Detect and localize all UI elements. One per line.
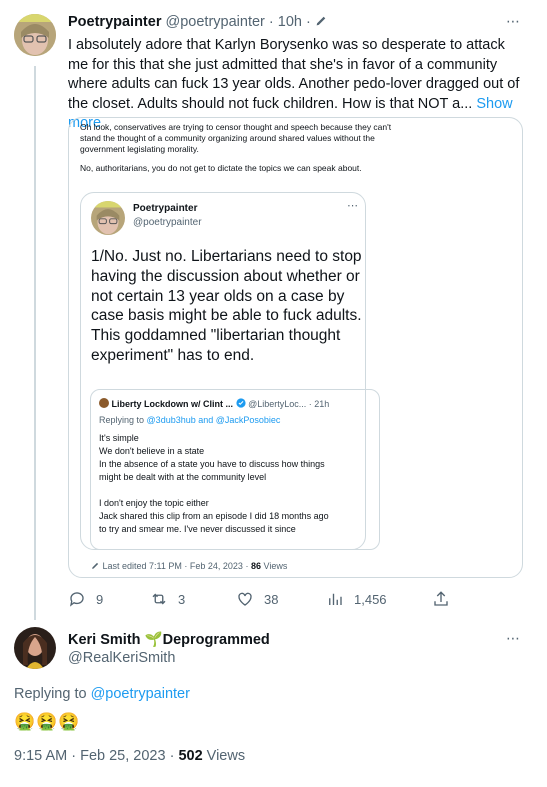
author-name[interactable]: Keri Smith	[68, 632, 141, 648]
tweet2-header: Keri Smith 🌱Deprogrammed	[68, 631, 270, 648]
inner-quote-card[interactable]: Poetrypainter @poetrypainter ⋯ 1/No. Jus…	[80, 192, 380, 550]
views-count: 502	[178, 748, 203, 764]
like-count: 38	[264, 591, 279, 607]
reply-icon	[69, 592, 84, 607]
nested-author-name[interactable]: Liberty Lockdown w/ Clint ...	[112, 399, 234, 409]
edit-pencil-icon	[316, 16, 326, 26]
quote-text-2: No, authoritarians, you do not get to di…	[80, 163, 362, 173]
nested-line: to try and smear me. I've never discusse…	[99, 524, 296, 534]
flag-logo-icon	[99, 398, 109, 408]
more-options-icon[interactable]: ⋯	[506, 13, 521, 30]
reply-count: 9	[96, 591, 104, 607]
retweet-count: 3	[178, 591, 186, 607]
tweet2-timestamp-row: 9:15 AM · Feb 25, 2023 · 502 Views	[14, 748, 245, 764]
author-name[interactable]: Poetrypainter	[68, 14, 161, 30]
inner-avatar[interactable]	[91, 201, 125, 235]
quote-text-1: Oh look, conservatives are trying to cen…	[80, 122, 392, 154]
inner-author-handle[interactable]: @poetrypainter	[133, 217, 202, 228]
views-chart-icon	[329, 593, 342, 605]
nested-text: It's simple We don't believe in a state …	[99, 432, 373, 536]
author-handle[interactable]: @poetrypainter	[166, 14, 265, 30]
edit-info: Last edited 7:11 PM · Feb 24, 2023 · 86 …	[91, 561, 287, 571]
inner-author-name[interactable]: Poetrypainter	[133, 203, 197, 214]
inner-more-icon[interactable]: ⋯	[347, 199, 359, 212]
inner-avatar-image	[91, 201, 125, 235]
nested-line: Jack shared this clip from an episode I …	[99, 511, 329, 521]
replying-prefix: Replying to	[14, 686, 87, 702]
tweet-time[interactable]: · 10h ·	[269, 14, 311, 30]
nested-line: might be dealt with at the community lev…	[99, 472, 267, 482]
sprout-icon: 🌱	[144, 632, 163, 648]
nested-line	[99, 484, 373, 497]
quote-views-count: 86	[250, 561, 261, 571]
heart-icon	[238, 592, 252, 606]
share-icon	[434, 591, 448, 606]
quote-views-label: Views	[263, 561, 288, 571]
avatar-image	[14, 14, 56, 56]
more-options-icon[interactable]: ⋯	[506, 630, 521, 647]
thread-line	[34, 66, 36, 620]
author-handle[interactable]: @RealKeriSmith	[68, 650, 175, 666]
nested-author-handle[interactable]: @LibertyLoc...	[248, 399, 306, 409]
nested-line: We don't believe in a state	[99, 446, 205, 456]
timestamp[interactable]: 9:15 AM · Feb 25, 2023 ·	[14, 748, 174, 764]
share-button[interactable]	[432, 590, 450, 608]
verified-badge-icon	[235, 398, 246, 408]
replying-handle[interactable]: @poetrypainter	[91, 686, 190, 702]
edited-label[interactable]: Last edited 7:11 PM · Feb 24, 2023 ·	[103, 561, 249, 571]
nested-line: It's simple	[99, 433, 139, 443]
inner-tweet-text: 1/No. Just no. Libertarians need to stop…	[91, 248, 362, 364]
like-button[interactable]: 38	[236, 590, 278, 608]
author-name-suffix[interactable]: Deprogrammed	[163, 632, 270, 648]
nested-replying-handles[interactable]: @3dub3hub and @JackPosobiec	[147, 415, 281, 425]
retweet-icon	[152, 593, 166, 605]
nested-time[interactable]: · 21h	[309, 399, 330, 409]
views-label: Views	[206, 748, 246, 764]
edit-pencil-icon	[92, 562, 99, 569]
tweet1-header: Poetrypainter @poetrypainter · 10h ·	[68, 14, 328, 30]
views-count: 1,456	[354, 591, 387, 607]
reply-emojis: 🤮🤮🤮	[14, 712, 81, 731]
avatar-poetrypainter[interactable]	[14, 14, 56, 56]
nested-replying: Replying to @3dub3hub and @JackPosobiec	[99, 415, 280, 425]
avatar-keri-smith[interactable]	[14, 627, 56, 669]
retweet-button[interactable]: 3	[150, 590, 185, 608]
nested-line: I don't enjoy the topic either	[99, 498, 209, 508]
replying-to: Replying to @poetrypainter	[14, 686, 190, 702]
nested-line: In the absence of a state you have to di…	[99, 459, 325, 469]
tweet-text: I absolutely adore that Karlyn Borysenko…	[68, 37, 520, 112]
avatar-image	[14, 627, 56, 669]
quote-card[interactable]: Oh look, conservatives are trying to cen…	[68, 117, 523, 578]
nested-header: Liberty Lockdown w/ Clint ... @LibertyLo…	[99, 398, 329, 409]
reply-button[interactable]: 9	[68, 590, 103, 608]
nested-replying-prefix: Replying to	[99, 415, 145, 425]
views-button[interactable]: 1,456	[326, 590, 387, 608]
nested-quote-card[interactable]: Liberty Lockdown w/ Clint ... @LibertyLo…	[90, 389, 380, 550]
